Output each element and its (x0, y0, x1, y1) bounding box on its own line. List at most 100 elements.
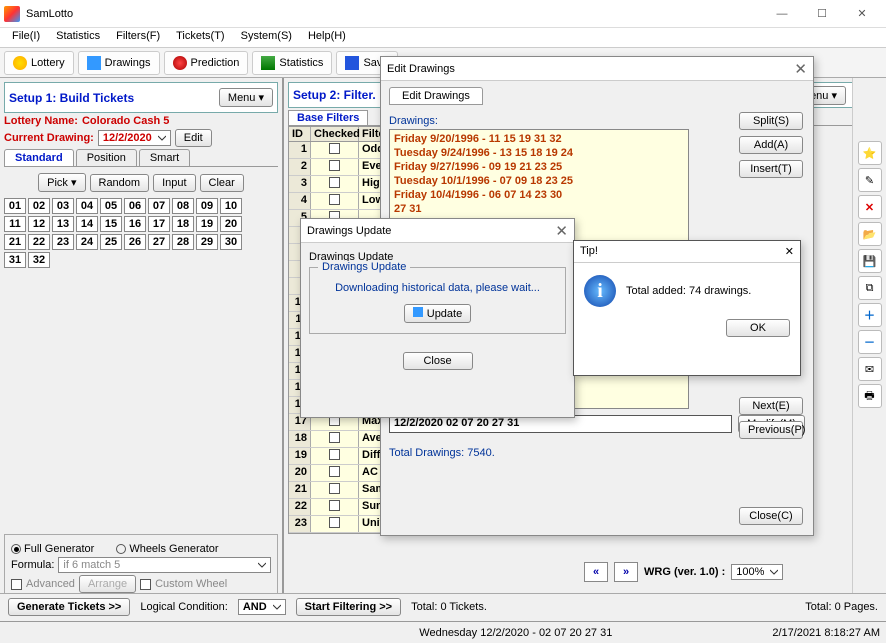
number-08[interactable]: 08 (172, 198, 194, 214)
star-icon[interactable]: ⭐ (858, 141, 882, 165)
current-drawing-select[interactable]: 12/2/2020 (98, 130, 171, 146)
drawing-line[interactable]: Tuesday 9/24/1996 - 13 15 18 19 24 (394, 146, 684, 160)
number-21[interactable]: 21 (4, 234, 26, 250)
input-button[interactable]: Input (153, 174, 195, 192)
number-15[interactable]: 15 (100, 216, 122, 232)
menu-system[interactable]: System(S) (233, 28, 300, 47)
update-button[interactable]: Update (404, 304, 471, 323)
edit-drawing-button[interactable]: Edit (175, 129, 212, 147)
plus-icon[interactable]: ＋ (858, 303, 882, 327)
filter-checkbox[interactable] (329, 517, 340, 528)
number-17[interactable]: 17 (148, 216, 170, 232)
delete-icon[interactable]: ✕ (858, 195, 882, 219)
menu-filters[interactable]: Filters(F) (108, 28, 168, 47)
update-close-button[interactable]: Close (403, 352, 473, 370)
number-28[interactable]: 28 (172, 234, 194, 250)
number-22[interactable]: 22 (28, 234, 50, 250)
number-10[interactable]: 10 (220, 198, 242, 214)
maximize-button[interactable]: ☐ (802, 0, 842, 28)
edit-drawings-tab[interactable]: Edit Drawings (389, 87, 483, 105)
number-18[interactable]: 18 (172, 216, 194, 232)
number-02[interactable]: 02 (28, 198, 50, 214)
number-13[interactable]: 13 (52, 216, 74, 232)
arrange-button[interactable]: Arrange (79, 575, 136, 593)
menu-statistics[interactable]: Statistics (48, 28, 108, 47)
toolbar-drawings[interactable]: Drawings (78, 51, 160, 75)
custom-wheel-checkbox[interactable] (140, 579, 151, 590)
tab-smart[interactable]: Smart (139, 149, 190, 166)
formula-select[interactable]: if 6 match 5 (58, 557, 271, 573)
logical-condition-select[interactable]: AND (238, 599, 286, 615)
menu-file[interactable]: File(I) (4, 28, 48, 47)
base-filters-tab[interactable]: Base Filters (288, 110, 368, 125)
number-03[interactable]: 03 (52, 198, 74, 214)
full-generator-radio[interactable]: Full Generator (11, 543, 94, 555)
drawing-line[interactable]: 27 31 (394, 202, 684, 216)
menu-help[interactable]: Help(H) (300, 28, 354, 47)
filter-checkbox[interactable] (329, 449, 340, 460)
wrg-next-button[interactable]: » (614, 562, 638, 582)
toolbar-lottery[interactable]: Lottery (4, 51, 74, 75)
edit-drawings-close-icon[interactable]: ✕ (794, 60, 807, 78)
number-16[interactable]: 16 (124, 216, 146, 232)
drawing-line[interactable]: Tuesday 10/1/1996 - 07 09 18 23 25 (394, 174, 684, 188)
pick-button[interactable]: Pick ▾ (38, 173, 85, 192)
mail-icon[interactable]: ✉ (858, 357, 882, 381)
start-filtering-button[interactable]: Start Filtering >> (296, 598, 401, 616)
tab-position[interactable]: Position (76, 149, 137, 166)
number-05[interactable]: 05 (100, 198, 122, 214)
update-win-close-icon[interactable]: ✕ (555, 222, 568, 240)
number-29[interactable]: 29 (196, 234, 218, 250)
wand-icon[interactable]: ✎ (858, 168, 882, 192)
drawing-line[interactable]: Friday 9/27/1996 - 09 19 21 23 25 (394, 160, 684, 174)
filter-checkbox[interactable] (329, 143, 340, 154)
toolbar-statistics[interactable]: Statistics (252, 51, 332, 75)
copy-icon[interactable]: ⧉ (858, 276, 882, 300)
close-c-button[interactable]: Close(C) (739, 507, 803, 525)
disk-icon[interactable]: 💾 (858, 249, 882, 273)
filter-checkbox[interactable] (329, 483, 340, 494)
add-button[interactable]: Add(A) (739, 136, 803, 154)
filter-checkbox[interactable] (329, 160, 340, 171)
number-01[interactable]: 01 (4, 198, 26, 214)
generate-tickets-button[interactable]: Generate Tickets >> (8, 598, 130, 616)
number-06[interactable]: 06 (124, 198, 146, 214)
number-09[interactable]: 09 (196, 198, 218, 214)
split-button[interactable]: Split(S) (739, 112, 803, 130)
tip-ok-button[interactable]: OK (726, 319, 790, 337)
filter-checkbox[interactable] (329, 177, 340, 188)
next-button[interactable]: Next(E) (739, 397, 803, 415)
clear-button[interactable]: Clear (200, 174, 244, 192)
number-14[interactable]: 14 (76, 216, 98, 232)
number-04[interactable]: 04 (76, 198, 98, 214)
minimize-button[interactable]: — (762, 0, 802, 28)
toolbar-prediction[interactable]: Prediction (164, 51, 249, 75)
filter-checkbox[interactable] (329, 194, 340, 205)
number-30[interactable]: 30 (220, 234, 242, 250)
number-19[interactable]: 19 (196, 216, 218, 232)
number-07[interactable]: 07 (148, 198, 170, 214)
minus-icon[interactable]: － (858, 330, 882, 354)
number-25[interactable]: 25 (100, 234, 122, 250)
drawing-line[interactable]: Friday 9/20/1996 - 11 15 19 31 32 (394, 132, 684, 146)
number-11[interactable]: 11 (4, 216, 26, 232)
number-32[interactable]: 32 (28, 252, 50, 268)
drawing-line[interactable]: Friday 10/4/1996 - 06 07 14 23 30 (394, 188, 684, 202)
number-12[interactable]: 12 (28, 216, 50, 232)
tab-standard[interactable]: Standard (4, 149, 74, 166)
previous-button[interactable]: Previous(P) (739, 421, 803, 439)
setup1-menu-button[interactable]: Menu ▾ (219, 88, 273, 107)
number-26[interactable]: 26 (124, 234, 146, 250)
open-icon[interactable]: 📂 (858, 222, 882, 246)
advanced-checkbox[interactable] (11, 579, 22, 590)
random-button[interactable]: Random (90, 174, 150, 192)
number-24[interactable]: 24 (76, 234, 98, 250)
filter-checkbox[interactable] (329, 466, 340, 477)
menu-tickets[interactable]: Tickets(T) (168, 28, 232, 47)
filter-checkbox[interactable] (329, 500, 340, 511)
number-23[interactable]: 23 (52, 234, 74, 250)
wrg-prev-button[interactable]: « (584, 562, 608, 582)
close-button[interactable]: ✕ (842, 0, 882, 28)
wheels-generator-radio[interactable]: Wheels Generator (116, 543, 218, 555)
tip-close-icon[interactable]: ✕ (785, 245, 794, 258)
